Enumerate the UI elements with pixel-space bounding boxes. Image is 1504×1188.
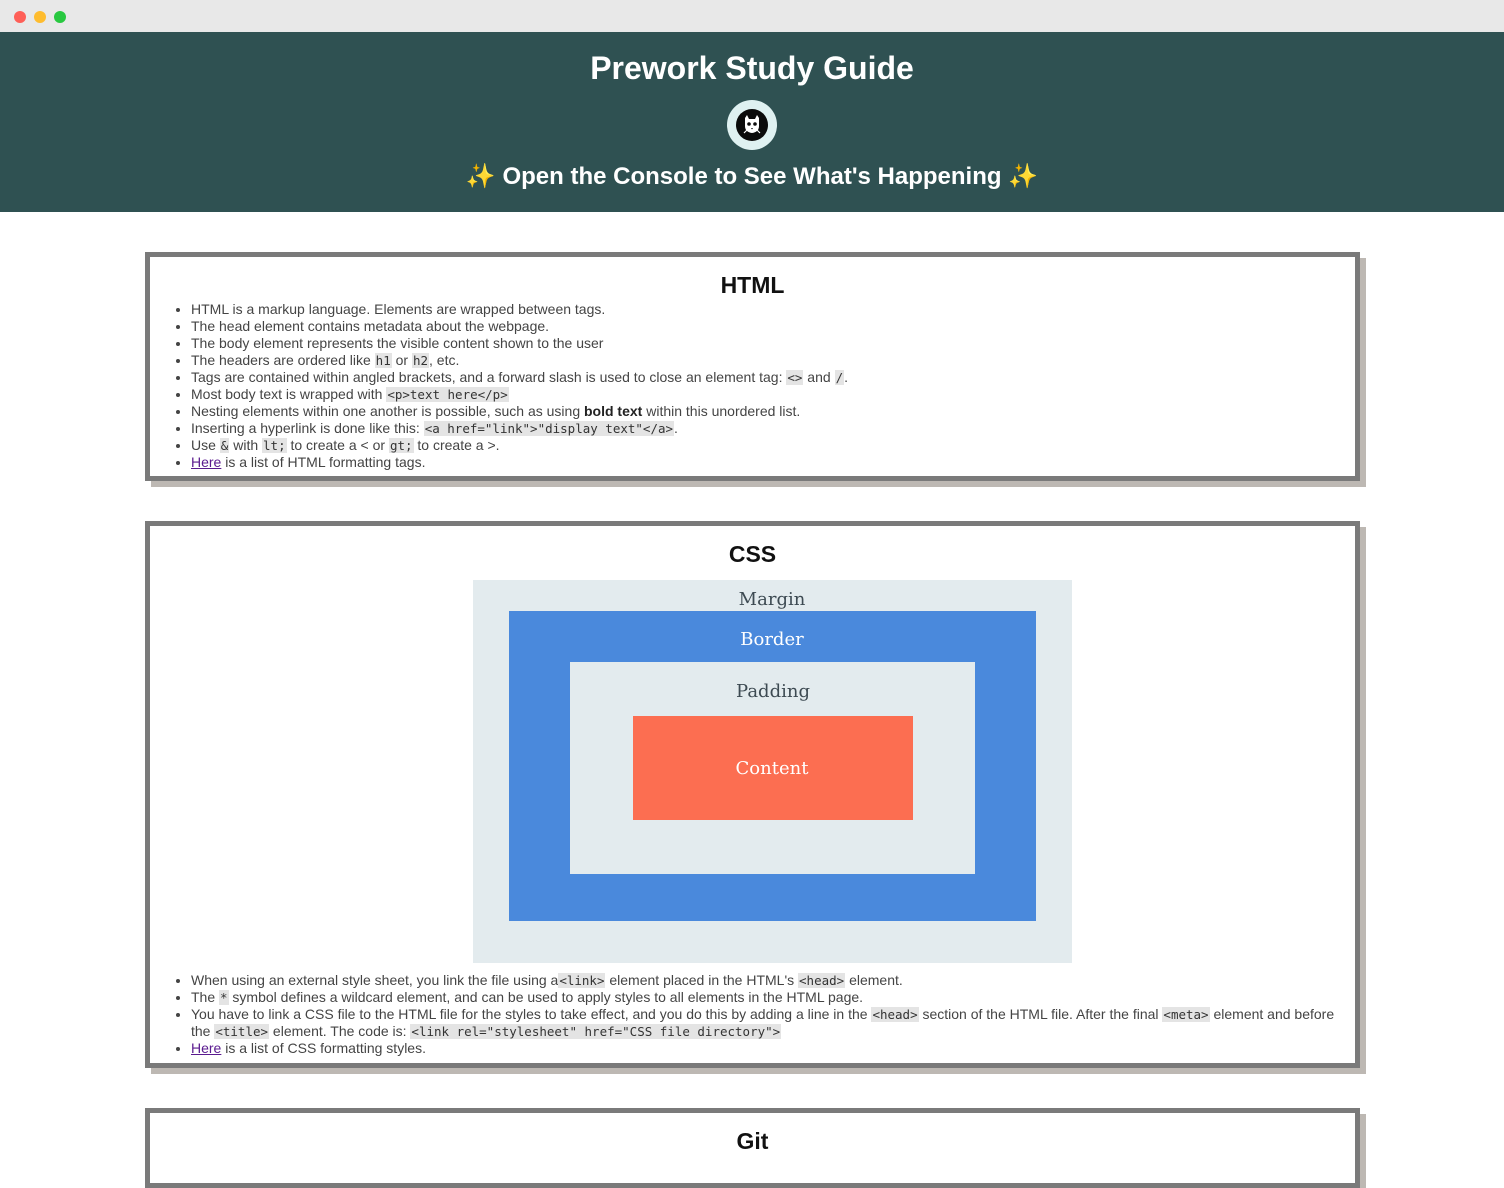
list-text: element. The code is: (269, 1023, 411, 1039)
code-snippet: <head> (871, 1007, 919, 1022)
close-window-button[interactable] (14, 11, 26, 23)
list-text: You have to link a CSS file to the HTML … (191, 1006, 872, 1022)
list-text: or (391, 352, 412, 368)
padding-label: Padding (736, 681, 810, 702)
code-snippet: <link rel="stylesheet" href="CSS file di… (410, 1024, 782, 1039)
content-label: Content (736, 758, 810, 779)
border-label: Border (740, 629, 804, 650)
page-title: Prework Study Guide (590, 50, 914, 86)
sparkle-icon: ✨ (1008, 163, 1039, 190)
cat-skull-icon (736, 109, 768, 141)
list-text: within this unordered list. (642, 403, 801, 419)
list-item: HTML is a markup language. Elements are … (191, 301, 1351, 318)
code-snippet: <> (786, 370, 804, 385)
section-title: CSS (728, 541, 777, 567)
code-snippet: <a href="link">"display text"</a> (423, 421, 675, 436)
minimize-window-button[interactable] (34, 11, 46, 23)
list-text: Use (191, 437, 220, 453)
list-text: to create a >. (413, 437, 500, 453)
page-subtitle: ✨ Open the Console to See What's Happeni… (0, 162, 1504, 191)
subtitle-text: Open the Console to See What's Happening (502, 163, 1002, 190)
list-text: element. (845, 972, 903, 988)
list-item: Here is a list of CSS formatting styles. (191, 1040, 1351, 1057)
list-item: The body element represents the visible … (191, 335, 1351, 352)
code-snippet: <meta> (1162, 1007, 1210, 1022)
list-text: Tags are contained within angled bracket… (191, 369, 787, 385)
list-text: with (229, 437, 263, 453)
git-section: Git (145, 1108, 1360, 1188)
code-snippet: <title> (214, 1024, 270, 1039)
section-title: Git (736, 1128, 769, 1154)
list-item: Most body text is wrapped with <p>text h… (191, 386, 1351, 403)
list-item: Here is a list of HTML formatting tags. (191, 454, 1351, 471)
margin-label: Margin (739, 589, 806, 610)
html-formatting-tags-link[interactable]: Here (191, 454, 221, 470)
list-text: symbol defines a wildcard element, and c… (228, 989, 864, 1005)
code-snippet: h2 (411, 353, 430, 368)
list-item: The headers are ordered like h1 or h2, e… (191, 352, 1351, 369)
list-text: When using an external style sheet, you … (191, 972, 559, 988)
list-text: Nesting elements within one another is p… (191, 403, 584, 419)
bold-text: bold text (584, 403, 643, 419)
list-text: element placed in the HTML's (605, 972, 799, 988)
code-snippet: lt; (262, 438, 287, 453)
list-text: Most body text is wrapped with (191, 386, 387, 402)
code-snippet: h1 (374, 353, 392, 368)
list-text: . (674, 420, 678, 436)
section-title: HTML (720, 272, 785, 298)
code-snippet: & (219, 438, 230, 453)
html-notes-list: HTML is a markup language. Elements are … (150, 301, 1355, 471)
list-text: and (803, 369, 835, 385)
list-text: is a list of CSS formatting styles. (221, 1040, 426, 1056)
list-item: The * symbol defines a wildcard element,… (191, 989, 1351, 1006)
list-item: When using an external style sheet, you … (191, 972, 1351, 989)
list-text: is a list of HTML formatting tags. (221, 454, 426, 470)
code-snippet: <p>text here</p> (386, 387, 509, 402)
list-text: section of the HTML file. After the fina… (918, 1006, 1163, 1022)
css-box-model-diagram: Margin Border Padding Content (473, 580, 1072, 963)
list-text: to create a < or (286, 437, 389, 453)
list-item: Tags are contained within angled bracket… (191, 369, 1351, 386)
list-item: You have to link a CSS file to the HTML … (191, 1006, 1351, 1040)
list-text: The (191, 989, 220, 1005)
list-item: The head element contains metadata about… (191, 318, 1351, 335)
code-snippet: <link> (558, 973, 606, 988)
css-notes-list: When using an external style sheet, you … (150, 972, 1355, 1057)
code-snippet: gt; (388, 438, 414, 453)
css-formatting-styles-link[interactable]: Here (191, 1040, 221, 1056)
css-section: CSS Margin Border Padding Content When u… (145, 521, 1360, 1068)
code-snippet: / (834, 370, 845, 385)
window-titlebar (0, 0, 1504, 32)
list-item: Inserting a hyperlink is done like this:… (191, 420, 1351, 437)
maximize-window-button[interactable] (54, 11, 66, 23)
list-item: Use & with lt; to create a < or gt; to c… (191, 437, 1351, 454)
code-snippet: * (219, 990, 229, 1005)
list-item: Nesting elements within one another is p… (191, 403, 1351, 420)
sparkle-icon: ✨ (465, 163, 496, 190)
list-text: . (844, 369, 848, 385)
list-text: , etc. (429, 352, 460, 368)
code-snippet: <head> (798, 973, 846, 988)
page-header: Prework Study Guide ✨ Open the Console t… (0, 32, 1504, 212)
avatar (727, 100, 777, 150)
list-text: The headers are ordered like (191, 352, 375, 368)
html-section: HTML HTML is a markup language. Elements… (145, 252, 1360, 481)
list-text: Inserting a hyperlink is done like this: (191, 420, 424, 436)
